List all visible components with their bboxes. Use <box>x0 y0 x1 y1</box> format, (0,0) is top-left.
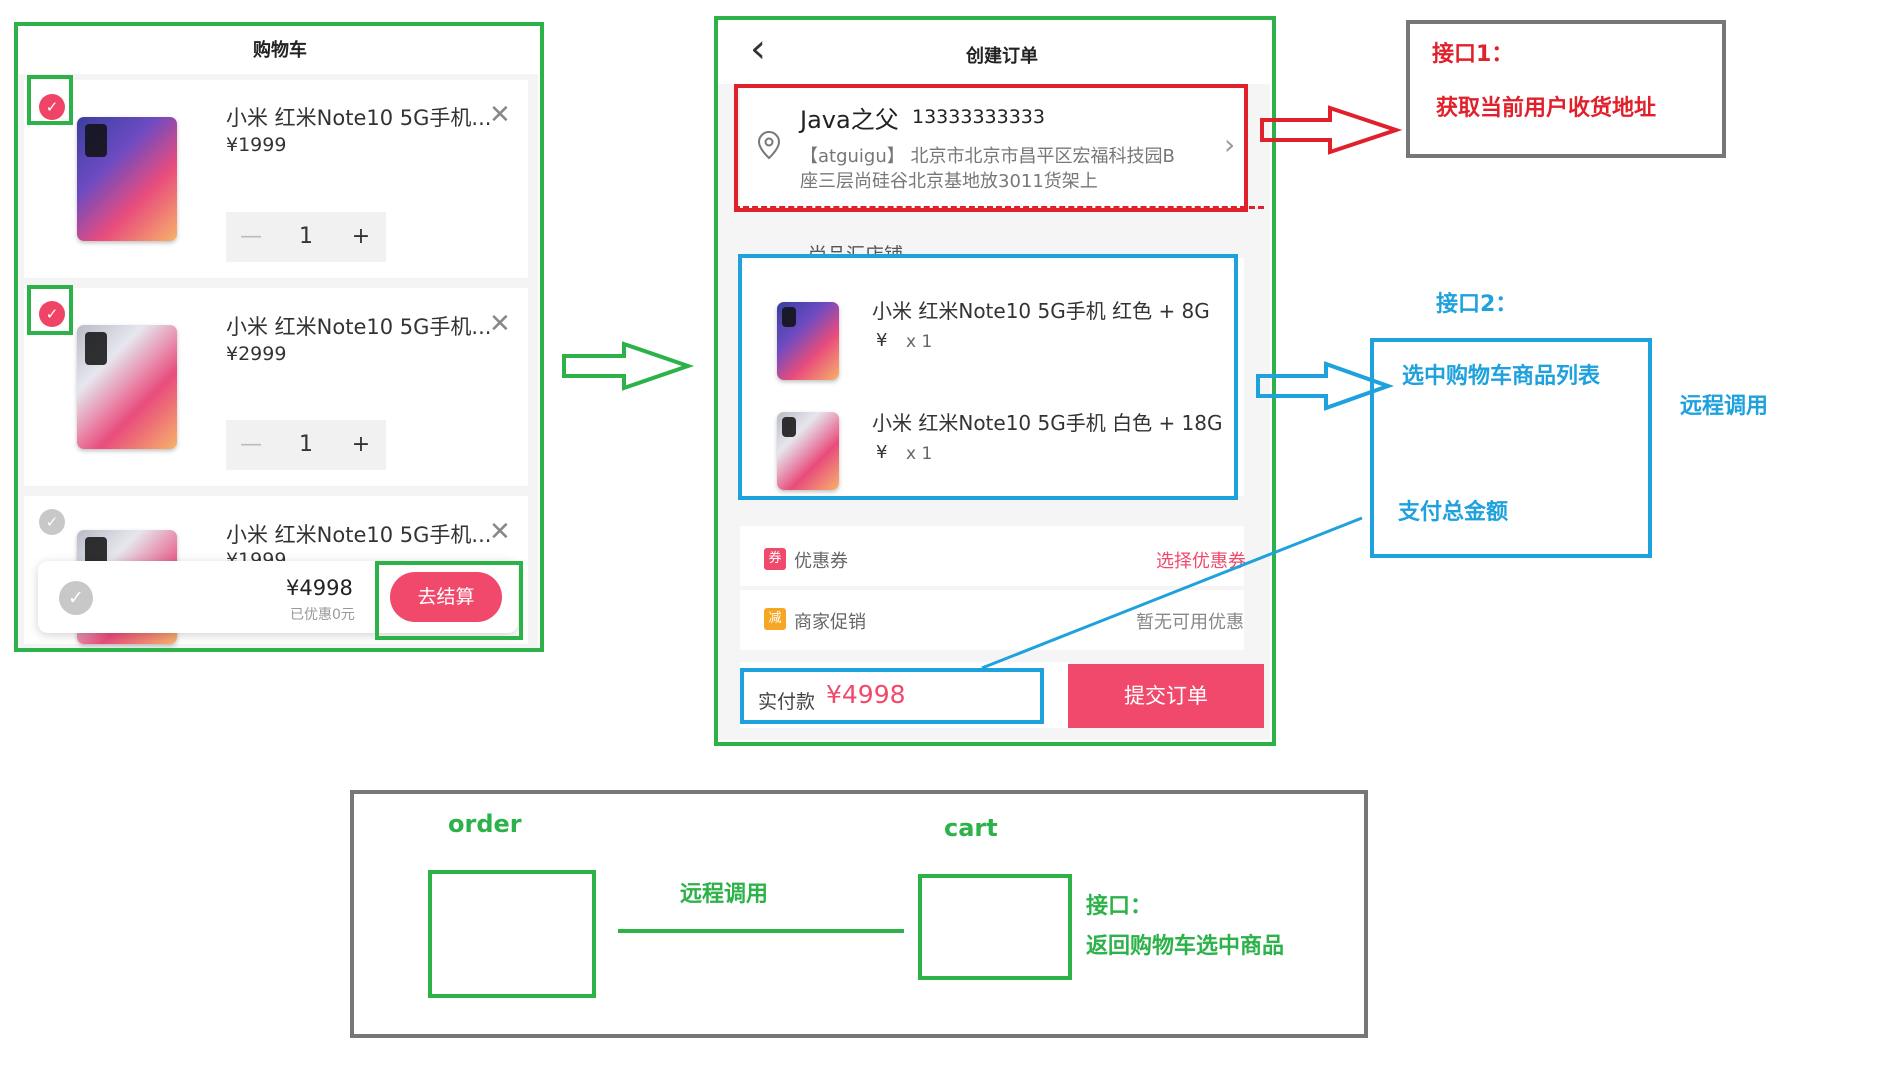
cart-service-label: cart <box>944 814 998 842</box>
cart-api-title: 接口： <box>1086 894 1153 919</box>
connection-line <box>618 929 904 933</box>
order-service-label: order <box>448 810 522 838</box>
api2-desc: 选中购物车商品列表 <box>1402 364 1601 389</box>
remote-call-label: 远程调用 <box>680 882 769 907</box>
api1-desc: 获取当前用户收货地址 <box>1436 96 1657 121</box>
api1-title: 接口1： <box>1432 42 1514 67</box>
order-service-box <box>428 870 596 998</box>
api2-desc: 支付总金额 <box>1398 500 1509 525</box>
cart-api-desc: 返回购物车选中商品 <box>1086 934 1285 959</box>
cart-service-box <box>918 874 1072 980</box>
remote-call-label: 远程调用 <box>1680 394 1769 419</box>
api2-title: 接口2： <box>1436 292 1518 317</box>
